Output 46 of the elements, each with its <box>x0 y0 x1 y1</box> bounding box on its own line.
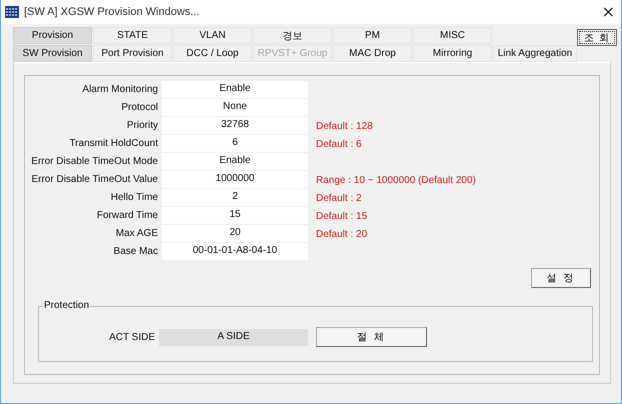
tab[interactable]: STATE <box>93 27 172 44</box>
value-field[interactable]: 15 <box>162 207 308 224</box>
field-label: Hello Time <box>110 191 158 205</box>
field-label: Alarm Monitoring <box>81 83 158 97</box>
field-label: ACT SIDE <box>108 330 155 344</box>
field-label: Max AGE <box>114 227 158 241</box>
tab[interactable]: Provision <box>13 27 92 44</box>
hint-text: Default : 128 <box>315 120 374 134</box>
field-label: Transmit HoldCount <box>68 137 158 151</box>
field-label: Error Disable TimeOut Mode <box>30 155 158 169</box>
value-field[interactable]: 6 <box>162 135 308 152</box>
query-button[interactable]: 조 회 <box>577 29 617 46</box>
hint-text: Default : 20 <box>315 228 368 242</box>
tab[interactable]: MISC <box>413 27 492 44</box>
hint-text: Default : 15 <box>315 210 368 224</box>
tab[interactable]: VLAN <box>173 27 252 44</box>
tab[interactable]: Port Provision <box>93 45 172 62</box>
value-field[interactable]: 20 <box>162 225 308 242</box>
value-field[interactable]: Enable <box>162 81 308 98</box>
field-label: Priority <box>126 119 158 133</box>
hint-text: Range : 10 ~ 1000000 (Default 200) <box>315 174 477 188</box>
tab[interactable]: PM <box>333 27 412 44</box>
value-field[interactable]: Enable <box>162 153 308 170</box>
tab[interactable]: DCC / Loop <box>173 45 252 62</box>
value-field[interactable]: 2 <box>162 189 308 206</box>
tab[interactable]: Mirroring <box>413 45 492 62</box>
set-button[interactable]: 설 정 <box>531 268 591 288</box>
tab[interactable]: 경보 <box>253 27 332 44</box>
value-field[interactable]: 32768 <box>162 117 308 134</box>
window-title: [SW A] XGSW Provision Windows... <box>24 6 200 18</box>
tab[interactable]: Link Aggregation <box>493 45 577 62</box>
hint-text: Default : 6 <box>315 138 363 152</box>
value-field[interactable]: None <box>162 99 308 116</box>
tab[interactable]: MAC Drop <box>333 45 412 62</box>
app-icon <box>5 6 19 18</box>
field-label: Base Mac <box>112 245 158 259</box>
close-button[interactable]: × <box>602 4 615 20</box>
value-field[interactable]: 1000000 <box>162 171 308 188</box>
field-label: Error Disable TimeOut Value <box>30 173 158 187</box>
value-field: A SIDE <box>159 328 308 346</box>
field-label: Protocol <box>120 101 158 115</box>
value-field[interactable]: 00-01-01-A8-04-10 <box>162 243 308 260</box>
field-label: Forward Time <box>96 209 158 223</box>
tab[interactable]: SW Provision <box>13 45 92 62</box>
switch-button[interactable]: 절 체 <box>316 327 427 347</box>
hint-text: Default : 2 <box>315 192 363 206</box>
